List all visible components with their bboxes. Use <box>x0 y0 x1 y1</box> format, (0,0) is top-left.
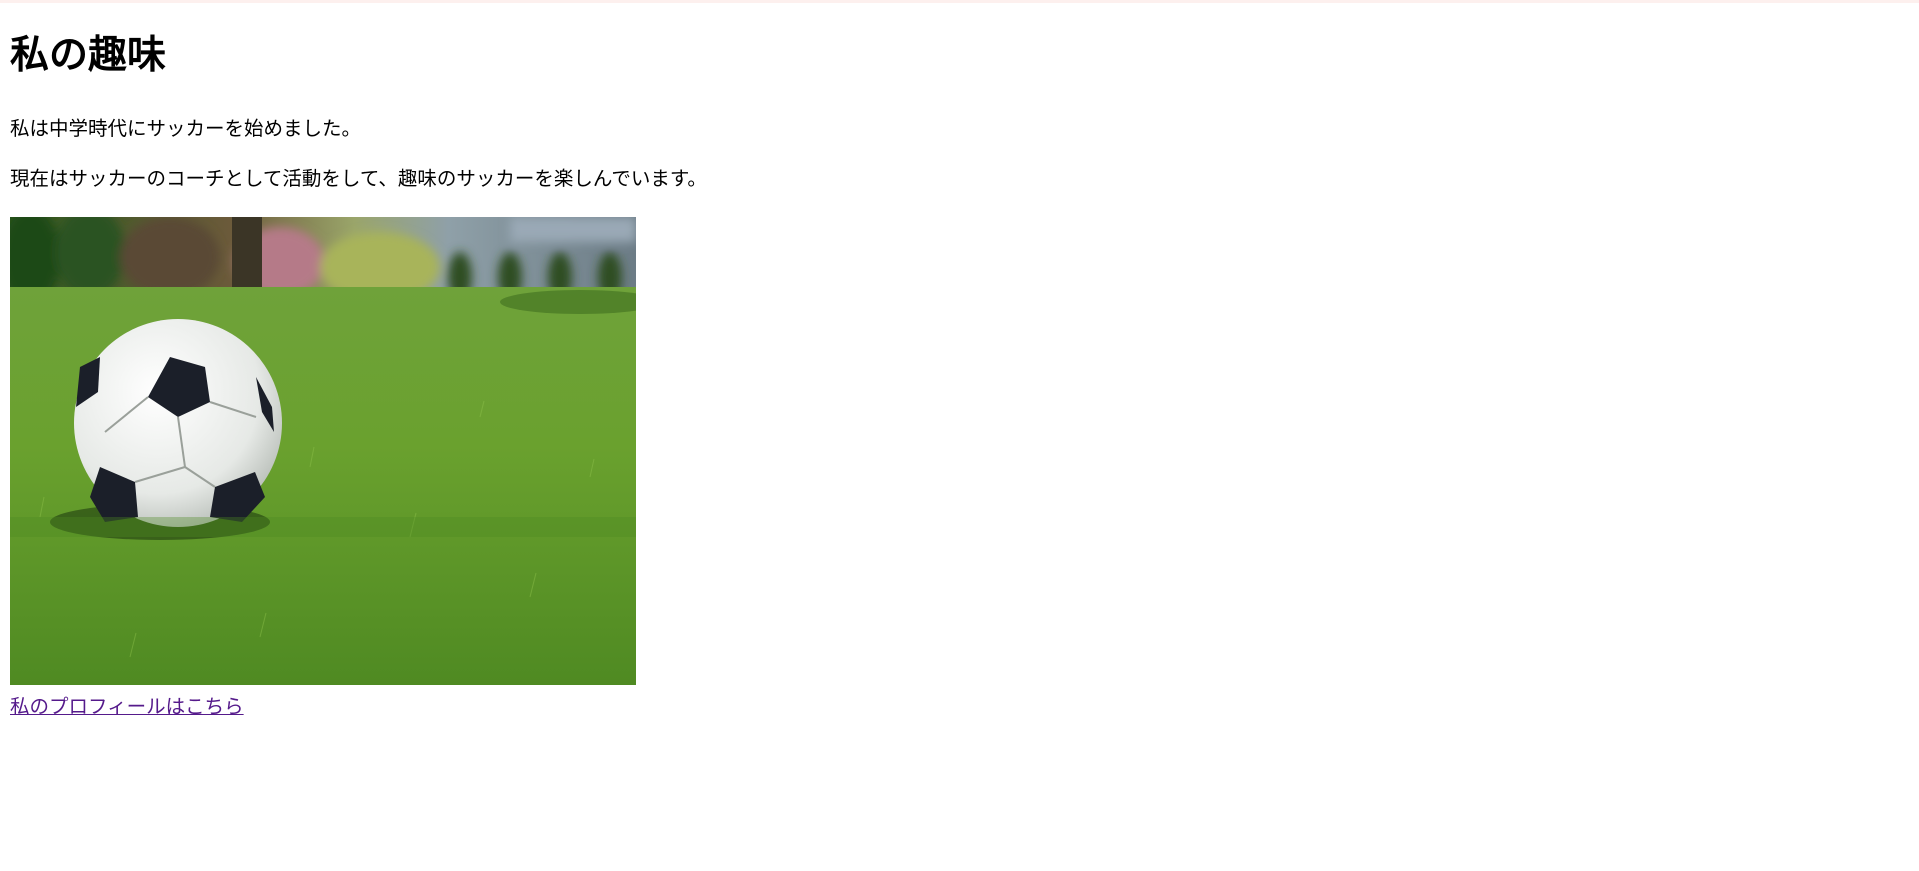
soccer-ball-image <box>10 217 636 685</box>
paragraph-1: 私は中学時代にサッカーを始めました。 <box>10 117 362 140</box>
soccer-ball-photo <box>10 217 636 685</box>
soccer-ball-icon <box>74 319 282 527</box>
top-border <box>0 0 1919 3</box>
profile-link[interactable]: 私のプロフィールはこちら <box>10 693 244 721</box>
page-title: 私の趣味 <box>10 33 167 78</box>
paragraph-2: 現在はサッカーのコーチとして活動をして、趣味のサッカーを楽しんでいます。 <box>10 167 707 190</box>
